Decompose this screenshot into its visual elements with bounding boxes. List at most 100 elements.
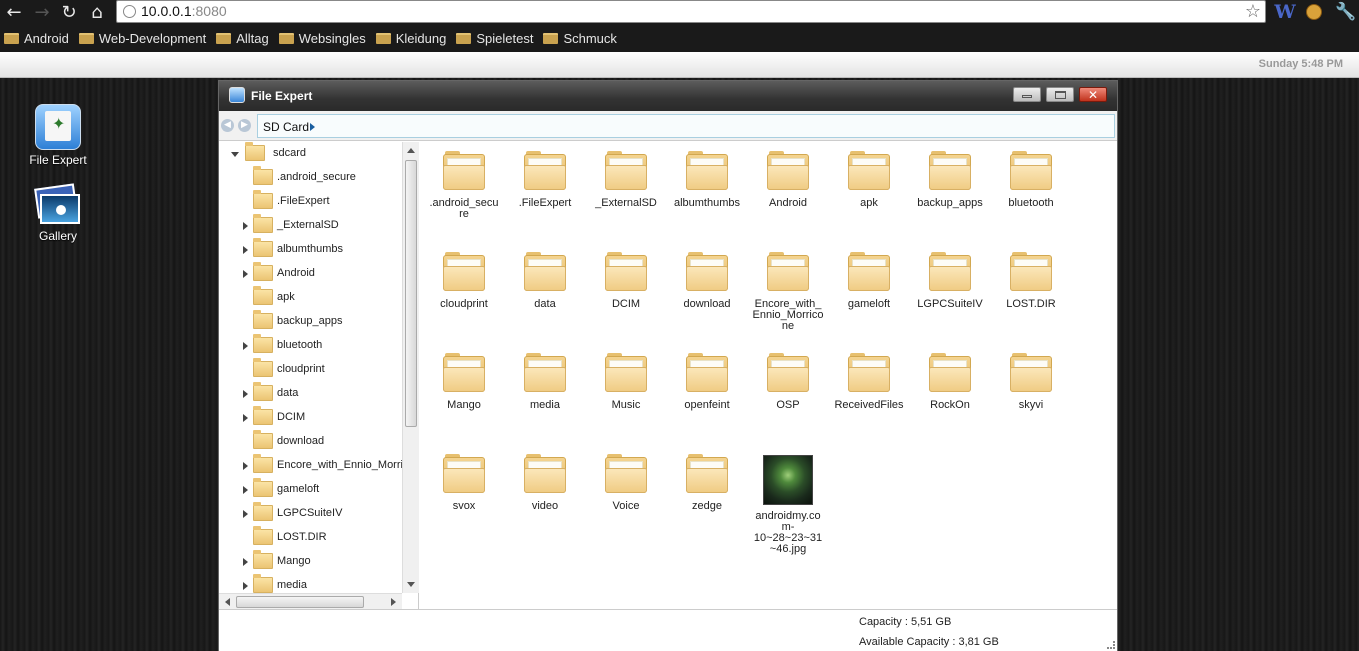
folder-item[interactable]: DCIM: [586, 252, 666, 310]
nav-forward-icon[interactable]: ▶: [238, 119, 251, 132]
folder-item[interactable]: Android: [748, 151, 828, 209]
desktop-icon-file-expert[interactable]: ✦ File Expert: [13, 104, 103, 167]
bookmark-item[interactable]: Schmuck: [543, 31, 617, 46]
collapsed-arrow-icon[interactable]: [243, 390, 248, 398]
wrench-menu-icon[interactable]: 🔧: [1334, 0, 1358, 24]
bookmark-item[interactable]: Android: [4, 31, 69, 46]
address-bar[interactable]: 10.0.0.1:8080 ☆: [116, 0, 1266, 23]
bookmark-item[interactable]: Websingles: [278, 31, 366, 46]
folder-item[interactable]: svox: [424, 454, 504, 512]
wikipedia-extension-icon[interactable]: W: [1274, 0, 1296, 24]
expanded-arrow-icon[interactable]: [231, 152, 239, 157]
folder-item[interactable]: LGPCSuiteIV: [910, 252, 990, 310]
tree-item[interactable]: apk: [219, 286, 403, 310]
folder-item[interactable]: apk: [829, 151, 909, 209]
folder-item[interactable]: zedge: [667, 454, 747, 512]
folder-item[interactable]: skyvi: [991, 353, 1071, 411]
collapsed-arrow-icon[interactable]: [243, 222, 248, 230]
bookmark-item[interactable]: Alltag: [216, 31, 269, 46]
cookie-extension-icon[interactable]: [1304, 0, 1324, 24]
scroll-thumb[interactable]: [405, 160, 417, 427]
resize-grip-icon[interactable]: [1107, 641, 1115, 649]
collapsed-arrow-icon[interactable]: [243, 414, 248, 422]
tree-item[interactable]: .FileExpert: [219, 190, 403, 214]
tree-item[interactable]: bluetooth: [219, 334, 403, 358]
folder-item[interactable]: .FileExpert: [505, 151, 585, 209]
tree-item-label: Encore_with_Ennio_Morri: [277, 459, 403, 471]
bookmark-label: Web-Development: [98, 31, 207, 46]
collapsed-arrow-icon[interactable]: [243, 486, 248, 494]
folder-item[interactable]: .android_secure: [424, 151, 504, 220]
image-file-item[interactable]: androidmy.com-10~28~23~31~46.jpg: [748, 455, 828, 555]
tree-item[interactable]: Android: [219, 262, 403, 286]
maximize-button[interactable]: [1046, 87, 1074, 102]
bookmark-item[interactable]: Web-Development: [78, 31, 207, 46]
item-label: data: [534, 298, 556, 310]
breadcrumb-arrow-icon[interactable]: [310, 123, 315, 131]
folder-item[interactable]: OSP: [748, 353, 828, 411]
scroll-left-icon[interactable]: [225, 598, 230, 606]
breadcrumb-sd-card[interactable]: SD Card: [263, 120, 309, 134]
back-arrow-icon[interactable]: ←: [2, 0, 26, 24]
tree-item[interactable]: data: [219, 382, 403, 406]
minimize-button[interactable]: [1013, 87, 1041, 102]
tree-item[interactable]: DCIM: [219, 406, 403, 430]
folder-item[interactable]: bluetooth: [991, 151, 1071, 209]
collapsed-arrow-icon[interactable]: [243, 462, 248, 470]
collapsed-arrow-icon[interactable]: [243, 270, 248, 278]
collapsed-arrow-icon[interactable]: [243, 558, 248, 566]
folder-item[interactable]: backup_apps: [910, 151, 990, 209]
folder-item[interactable]: Voice: [586, 454, 666, 512]
folder-icon: [767, 252, 809, 293]
bookmark-item[interactable]: Kleidung: [375, 31, 446, 46]
scroll-up-icon[interactable]: [407, 148, 415, 153]
folder-item[interactable]: gameloft: [829, 252, 909, 310]
bookmark-star-icon[interactable]: ☆: [1245, 1, 1261, 22]
bookmark-item[interactable]: Spieletest: [456, 31, 533, 46]
tree-item[interactable]: Mango: [219, 550, 403, 574]
tree-item[interactable]: LOST.DIR: [219, 526, 403, 550]
folder-item[interactable]: download: [667, 252, 747, 310]
collapsed-arrow-icon[interactable]: [243, 582, 248, 590]
tree-horizontal-scrollbar[interactable]: [219, 593, 402, 609]
tree-vertical-scrollbar[interactable]: [402, 142, 419, 593]
folder-item[interactable]: video: [505, 454, 585, 512]
desktop-icon-gallery[interactable]: Gallery: [13, 183, 103, 243]
collapsed-arrow-icon[interactable]: [243, 342, 248, 350]
folder-icon: [4, 33, 19, 44]
folder-item[interactable]: media: [505, 353, 585, 411]
scroll-thumb[interactable]: [236, 596, 364, 608]
tree-item[interactable]: .android_secure: [219, 166, 403, 190]
tree-item[interactable]: LGPCSuiteIV: [219, 502, 403, 526]
tree-item[interactable]: gameloft: [219, 478, 403, 502]
folder-item[interactable]: Mango: [424, 353, 504, 411]
folder-item[interactable]: ReceivedFiles: [829, 353, 909, 411]
folder-item[interactable]: cloudprint: [424, 252, 504, 310]
tree-item[interactable]: _ExternalSD: [219, 214, 403, 238]
home-icon[interactable]: ⌂: [85, 0, 109, 24]
tree-item[interactable]: albumthumbs: [219, 238, 403, 262]
collapsed-arrow-icon[interactable]: [243, 510, 248, 518]
scroll-down-icon[interactable]: [407, 582, 415, 587]
folder-item[interactable]: LOST.DIR: [991, 252, 1071, 310]
tree-item[interactable]: backup_apps: [219, 310, 403, 334]
window-titlebar[interactable]: File Expert ✕: [219, 81, 1117, 111]
tree-item[interactable]: sdcard: [219, 142, 403, 166]
folder-item[interactable]: data: [505, 252, 585, 310]
scroll-right-icon[interactable]: [391, 598, 396, 606]
tree-item[interactable]: cloudprint: [219, 358, 403, 382]
collapsed-arrow-icon[interactable]: [243, 246, 248, 254]
tree-item-label: gameloft: [277, 483, 320, 495]
close-button[interactable]: ✕: [1079, 87, 1107, 102]
folder-item[interactable]: _ExternalSD: [586, 151, 666, 209]
nav-back-icon[interactable]: ◀: [221, 119, 234, 132]
tree-item[interactable]: Encore_with_Ennio_Morri: [219, 454, 403, 478]
folder-item[interactable]: openfeint: [667, 353, 747, 411]
folder-item[interactable]: Music: [586, 353, 666, 411]
folder-item[interactable]: albumthumbs: [667, 151, 747, 209]
tree-item[interactable]: download: [219, 430, 403, 454]
folder-item[interactable]: Encore_with_Ennio_Morricone: [748, 252, 828, 332]
reload-icon[interactable]: ↻: [57, 0, 81, 24]
folder-item[interactable]: RockOn: [910, 353, 990, 411]
forward-arrow-icon[interactable]: →: [30, 0, 54, 24]
